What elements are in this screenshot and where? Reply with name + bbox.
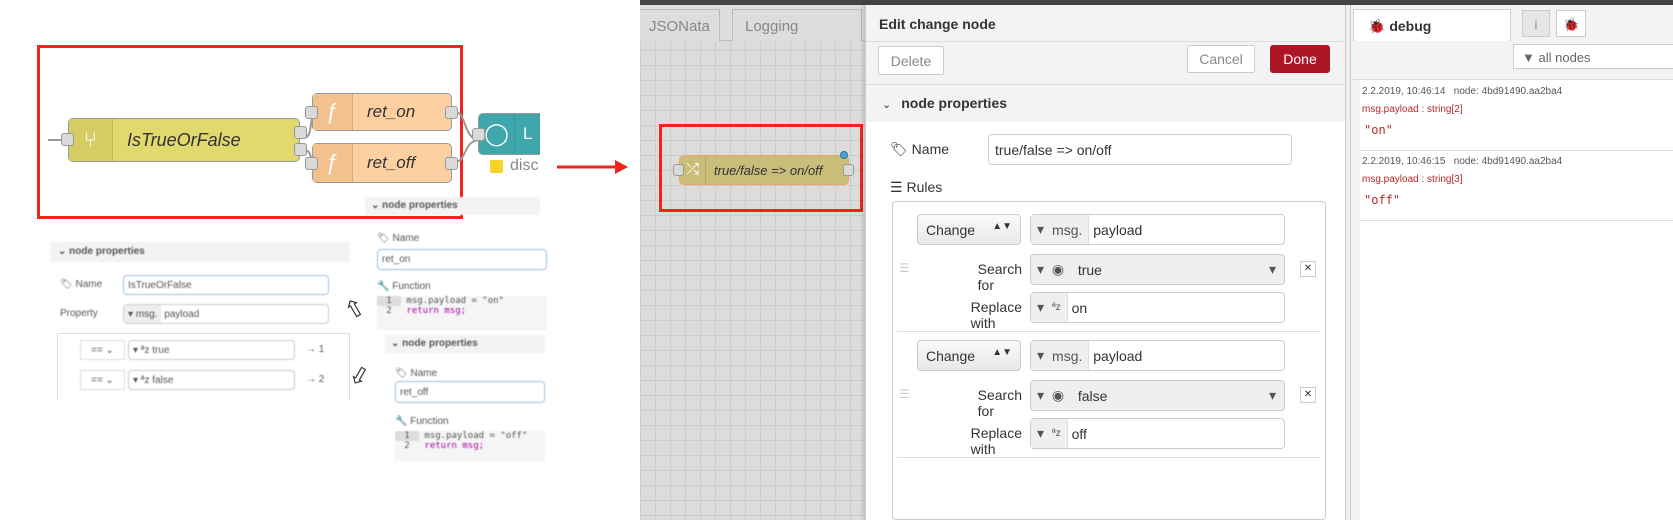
change-node[interactable]: ⤮ true/false => on/off (679, 155, 849, 185)
function-icon: ƒ (313, 94, 353, 130)
property-input[interactable]: ▾ msg. payload (123, 304, 329, 324)
drag-handle[interactable]: ☰ (899, 261, 912, 275)
name-input[interactable]: IsTrueOrFalse (123, 275, 329, 295)
input-port[interactable] (305, 157, 318, 170)
code-editor[interactable]: 1 msg.payload = "on" 2 return msg; (377, 296, 547, 330)
tag-icon: 🏷 (890, 141, 908, 157)
editor-title: Edit change node (866, 5, 1345, 42)
replace-input[interactable]: ▾ ªz off (1030, 418, 1285, 449)
rule-value[interactable]: ▾ ªz true (128, 340, 295, 360)
target-input[interactable]: ▾ msg. payload (1030, 214, 1285, 245)
caret-icon: ▾ (1037, 347, 1045, 363)
caret-icon: ▾ (1037, 425, 1045, 441)
search-input[interactable]: ▾ ◉ false ▾ (1030, 380, 1285, 411)
action-select[interactable]: Change ▲▼ (917, 214, 1021, 245)
function-node-ret-off[interactable]: ƒ ret_off (312, 143, 452, 183)
tab-other[interactable]: 🐞 (1556, 10, 1586, 37)
output-node[interactable]: ◯ L (478, 113, 540, 155)
string-icon: ªz (1052, 428, 1061, 439)
caret-icon: ▾ (1268, 261, 1276, 277)
cancel-button[interactable]: Cancel (1187, 45, 1255, 73)
tab-jsonata[interactable]: JSONata (640, 9, 720, 41)
operator-select[interactable]: == ⌄ (80, 370, 125, 390)
node-properties-header[interactable]: ⌄ node properties (866, 85, 1345, 122)
boolean-icon: ◉ (1051, 387, 1065, 403)
input-port[interactable] (305, 106, 318, 119)
output-port[interactable] (445, 106, 458, 119)
switch-node[interactable]: ⑂ IsTrueOrFalse (68, 118, 300, 162)
bug-icon: 🐞 (1368, 18, 1386, 34)
section-header[interactable]: ⌄ node properties (50, 242, 350, 262)
code-editor[interactable]: 1 msg.payload = "off" 2 return msg; (395, 431, 545, 461)
name-input[interactable]: ret_off (395, 381, 545, 403)
input-port[interactable] (472, 128, 485, 141)
filter-button[interactable]: ▼ all nodes (1513, 44, 1673, 69)
tab-info[interactable]: i (1522, 10, 1550, 37)
status-dot (490, 160, 503, 173)
updown-icon: ▲▼ (992, 347, 1012, 358)
output-port[interactable] (843, 164, 854, 176)
caret-icon: ▾ (1037, 299, 1045, 315)
remove-rule-button[interactable]: ✕ (1300, 261, 1316, 277)
updown-icon: ▲▼ (992, 221, 1012, 232)
tab-logging[interactable]: Logging (732, 9, 862, 41)
target-input[interactable]: ▾ msg. payload (1030, 340, 1285, 371)
search-input[interactable]: ▾ ◉ true ▾ (1030, 254, 1285, 285)
output-port[interactable] (445, 157, 458, 170)
arrow-icon: ⇧ (339, 292, 371, 327)
section-header[interactable]: ⌄ node properties (365, 197, 540, 215)
boolean-icon: ◉ (1051, 261, 1065, 277)
input-port[interactable] (61, 133, 74, 146)
delete-button[interactable]: Delete (878, 46, 944, 75)
action-select[interactable]: Change ▲▼ (917, 340, 1021, 371)
debug-message[interactable]: 2.2.2019, 10:46:14 node: 4bd91490.aa2ba4… (1360, 81, 1673, 151)
changed-indicator (840, 151, 848, 159)
input-port[interactable] (673, 164, 684, 176)
section-header[interactable]: ⌄ node properties (385, 335, 545, 353)
debug-message[interactable]: 2.2.2019, 10:46:15 node: 4bd91490.aa2ba4… (1360, 151, 1673, 221)
caret-icon: ▾ (1037, 221, 1045, 237)
switch-icon: ⑂ (69, 119, 113, 161)
replace-input[interactable]: ▾ ªz on (1030, 292, 1285, 323)
filter-icon: ▼ (1522, 50, 1535, 65)
function-node-ret-on[interactable]: ƒ ret_on (312, 93, 452, 131)
caret-icon: ▾ (1037, 261, 1045, 277)
output-port[interactable] (294, 126, 307, 139)
operator-select[interactable]: == ⌄ (80, 340, 125, 360)
list-icon: ☰ (890, 179, 903, 195)
divider (897, 331, 1320, 332)
divider (897, 457, 1320, 458)
string-icon: ªz (1052, 302, 1061, 313)
red-arrow (557, 160, 628, 174)
done-button[interactable]: Done (1270, 45, 1330, 73)
caret-icon: ▾ (1037, 387, 1045, 403)
output-port[interactable] (294, 143, 307, 156)
tab-debug[interactable]: 🐞 debug (1353, 9, 1511, 41)
name-input[interactable]: ret_on (377, 249, 547, 270)
remove-rule-button[interactable]: ✕ (1300, 387, 1316, 403)
caret-icon: ▾ (1268, 387, 1276, 403)
rule-value[interactable]: ▾ ªz false (128, 370, 295, 390)
workspace-canvas[interactable] (640, 5, 865, 520)
function-icon: ƒ (313, 144, 353, 182)
drag-handle[interactable]: ☰ (899, 387, 912, 401)
name-input[interactable]: true/false => on/off (988, 134, 1292, 165)
